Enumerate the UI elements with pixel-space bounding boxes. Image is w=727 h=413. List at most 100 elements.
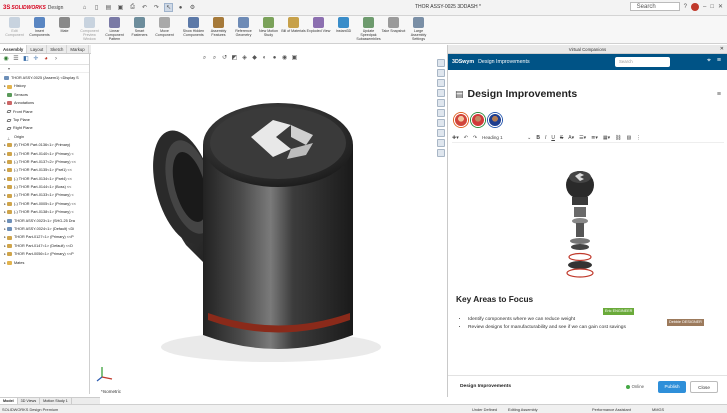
tree-item[interactable]: Right Plane <box>0 124 89 132</box>
collaborator-avatar[interactable] <box>488 113 502 127</box>
redo-icon[interactable]: ↷ <box>152 3 161 12</box>
view-tool-1-icon[interactable] <box>437 59 445 67</box>
tree-item[interactable]: ▸ Mates <box>0 259 89 267</box>
tree-item[interactable]: ▸ (-) THOR Part-0135<1> (Part1) << <box>0 166 89 174</box>
tag-icon[interactable]: ⌖ <box>707 57 711 65</box>
status-units[interactable]: MMGS <box>652 407 664 412</box>
more-icon[interactable]: ⋮ <box>636 135 641 141</box>
tree-item[interactable]: THOR ASSY-0025 (Assem1) <Display S <box>0 74 89 82</box>
minimize-icon[interactable]: – <box>703 4 706 10</box>
configuration-manager-icon[interactable]: ◧ <box>22 55 30 63</box>
tree-item[interactable]: ⊥ Origin <box>0 133 89 141</box>
print-icon[interactable]: ⎙ <box>128 3 137 12</box>
3d-model[interactable] <box>91 45 446 397</box>
view-tool-3-icon[interactable] <box>437 79 445 87</box>
search-box[interactable]: Search <box>629 2 680 11</box>
tree-item[interactable]: ▸ THOR ASSY-0023<1> (SHG-25 Dra <box>0 217 89 225</box>
document-menu-icon[interactable]: ≡ <box>717 91 721 98</box>
tree-item[interactable]: ▸ (-) THOR Part-0137<2> (Primary) << <box>0 158 89 166</box>
tree-item[interactable]: ▸ THOR Part-0127<1> (Primary) <<P <box>0 233 89 241</box>
ribbon-button[interactable]: Take Snapshot <box>381 16 406 33</box>
maximize-icon[interactable]: □ <box>710 4 714 10</box>
tree-item[interactable]: ▸ THOR Part-0147<1> (Default) <<D <box>0 242 89 250</box>
options-icon[interactable]: ⚙ <box>188 3 197 12</box>
save-icon[interactable]: ▣ <box>116 3 125 12</box>
ribbon-button[interactable]: Move Component <box>152 16 177 37</box>
text-color-icon[interactable]: A▾ <box>568 135 574 141</box>
help-icon[interactable]: ? <box>684 4 687 10</box>
ribbon-button[interactable]: Linear Component Pattern <box>102 16 127 41</box>
panel-arrow-icon[interactable]: › <box>52 55 60 63</box>
tab-layout[interactable]: Layout <box>27 45 48 53</box>
publish-button[interactable]: Publish <box>658 380 686 393</box>
exploded-assembly-image[interactable] <box>560 165 600 285</box>
ribbon-button[interactable]: Exploded View <box>306 16 331 33</box>
tab-markup[interactable]: Markup <box>67 45 89 53</box>
insert-icon[interactable]: ✚▾ <box>452 135 459 141</box>
list-item[interactable]: Identify components where we can reduce … <box>468 317 626 322</box>
bold-icon[interactable]: B <box>536 135 540 141</box>
solidworks-logo[interactable]: 3S SOLIDWORKS Design <box>0 5 70 11</box>
table-icon[interactable]: ▦▾ <box>603 135 610 141</box>
chevron-down-icon[interactable]: ⌄ <box>527 135 531 141</box>
status-assistant[interactable]: Performance Assistant <box>592 407 631 412</box>
tree-item[interactable]: ▸ THOR ASSY-0024<1> (Default) <Di <box>0 225 89 233</box>
heading-select[interactable]: Heading 1 <box>482 135 522 140</box>
list-icon[interactable]: ☰▾ <box>579 135 586 141</box>
ribbon-button[interactable]: Large Assembly Settings <box>406 16 431 41</box>
close-button[interactable]: Close <box>690 380 718 393</box>
tree-item[interactable]: ▸ (-) THOR Part-0134<1> (Part4) << <box>0 175 89 183</box>
new-doc-icon[interactable]: ▯ <box>92 3 101 12</box>
tree-item[interactable]: ▸ THOR Part-0056<1> (Primary) <<P <box>0 250 89 258</box>
tree-item[interactable]: ▸ (-) THOR Part-0133<1> (Primary) < <box>0 191 89 199</box>
companion-search-input[interactable]: Search <box>615 57 670 67</box>
tree-item[interactable]: ▸ (-) THOR Part-0144<1> (Boss) << <box>0 183 89 191</box>
view-tool-4-icon[interactable] <box>437 89 445 97</box>
image-icon[interactable]: ▨ <box>626 135 631 141</box>
display-manager-icon[interactable]: ◕ <box>42 55 50 63</box>
undo-icon[interactable]: ↶ <box>464 135 468 141</box>
tree-item[interactable]: ▸ (-) THOR Part-0140<1> (Primary) < <box>0 150 89 158</box>
user-avatar[interactable] <box>691 2 699 11</box>
tree-item[interactable]: ▸ (f) THOR Part-0136<1> (Primary) <box>0 141 89 149</box>
tab-sketch[interactable]: Sketch <box>47 45 68 53</box>
ribbon-button[interactable]: Assembly Features <box>206 16 231 37</box>
companion-close-icon[interactable]: ✕ <box>720 45 724 54</box>
home-icon[interactable]: ⌂ <box>80 3 89 12</box>
tree-item[interactable]: ▸ Annotations <box>0 99 89 107</box>
property-manager-icon[interactable]: ☰ <box>12 55 20 63</box>
view-tool-5-icon[interactable] <box>437 99 445 107</box>
collaborator-avatar[interactable] <box>471 113 485 127</box>
ribbon-button[interactable]: Edit Component <box>2 16 27 37</box>
underline-icon[interactable]: U <box>551 135 555 141</box>
view-tool-8-icon[interactable] <box>437 129 445 137</box>
view-tool-6-icon[interactable] <box>437 109 445 117</box>
list-item[interactable]: Review designs for manufacturability and… <box>468 325 626 330</box>
feature-tree-icon[interactable]: ◉ <box>2 55 10 63</box>
view-tool-9-icon[interactable] <box>437 139 445 147</box>
tree-item[interactable]: Top Plane <box>0 116 89 124</box>
ribbon-button[interactable]: Update Speedpak Subassemblies <box>356 16 381 41</box>
view-tool-7-icon[interactable] <box>437 119 445 127</box>
rebuild-icon[interactable]: ● <box>176 3 185 12</box>
tree-item[interactable]: ▸ History <box>0 82 89 90</box>
dimxpert-icon[interactable]: ✛ <box>32 55 40 63</box>
ribbon-button[interactable]: Mate <box>52 16 77 33</box>
tree-item[interactable]: ▸ (-) THOR Part-0138<1> (Primary) < <box>0 208 89 216</box>
tree-item[interactable]: Sensors <box>0 91 89 99</box>
select-icon[interactable]: ↖ <box>164 3 173 12</box>
link-icon[interactable]: ⛓ <box>615 135 621 141</box>
strikethrough-icon[interactable]: S <box>560 135 563 141</box>
ribbon-button[interactable]: New Motion Study <box>256 16 281 37</box>
open-icon[interactable]: ▤ <box>104 3 113 12</box>
ribbon-button[interactable]: Instant3D <box>331 16 356 33</box>
tree-item[interactable]: Front Plane <box>0 108 89 116</box>
ribbon-button[interactable]: Show Hidden Components <box>181 16 206 37</box>
view-tool-10-icon[interactable] <box>437 149 445 157</box>
tree-filter[interactable]: ▾ <box>0 65 89 73</box>
undo-icon[interactable]: ↶ <box>140 3 149 12</box>
menu-icon[interactable]: ≡ <box>717 57 721 65</box>
ribbon-button[interactable]: Component Preview Window <box>77 16 102 41</box>
swym-brand[interactable]: 3DSwym <box>452 59 474 65</box>
tree-item[interactable]: ▸ (-) THOR Part-0005<1> (Primary) << <box>0 200 89 208</box>
